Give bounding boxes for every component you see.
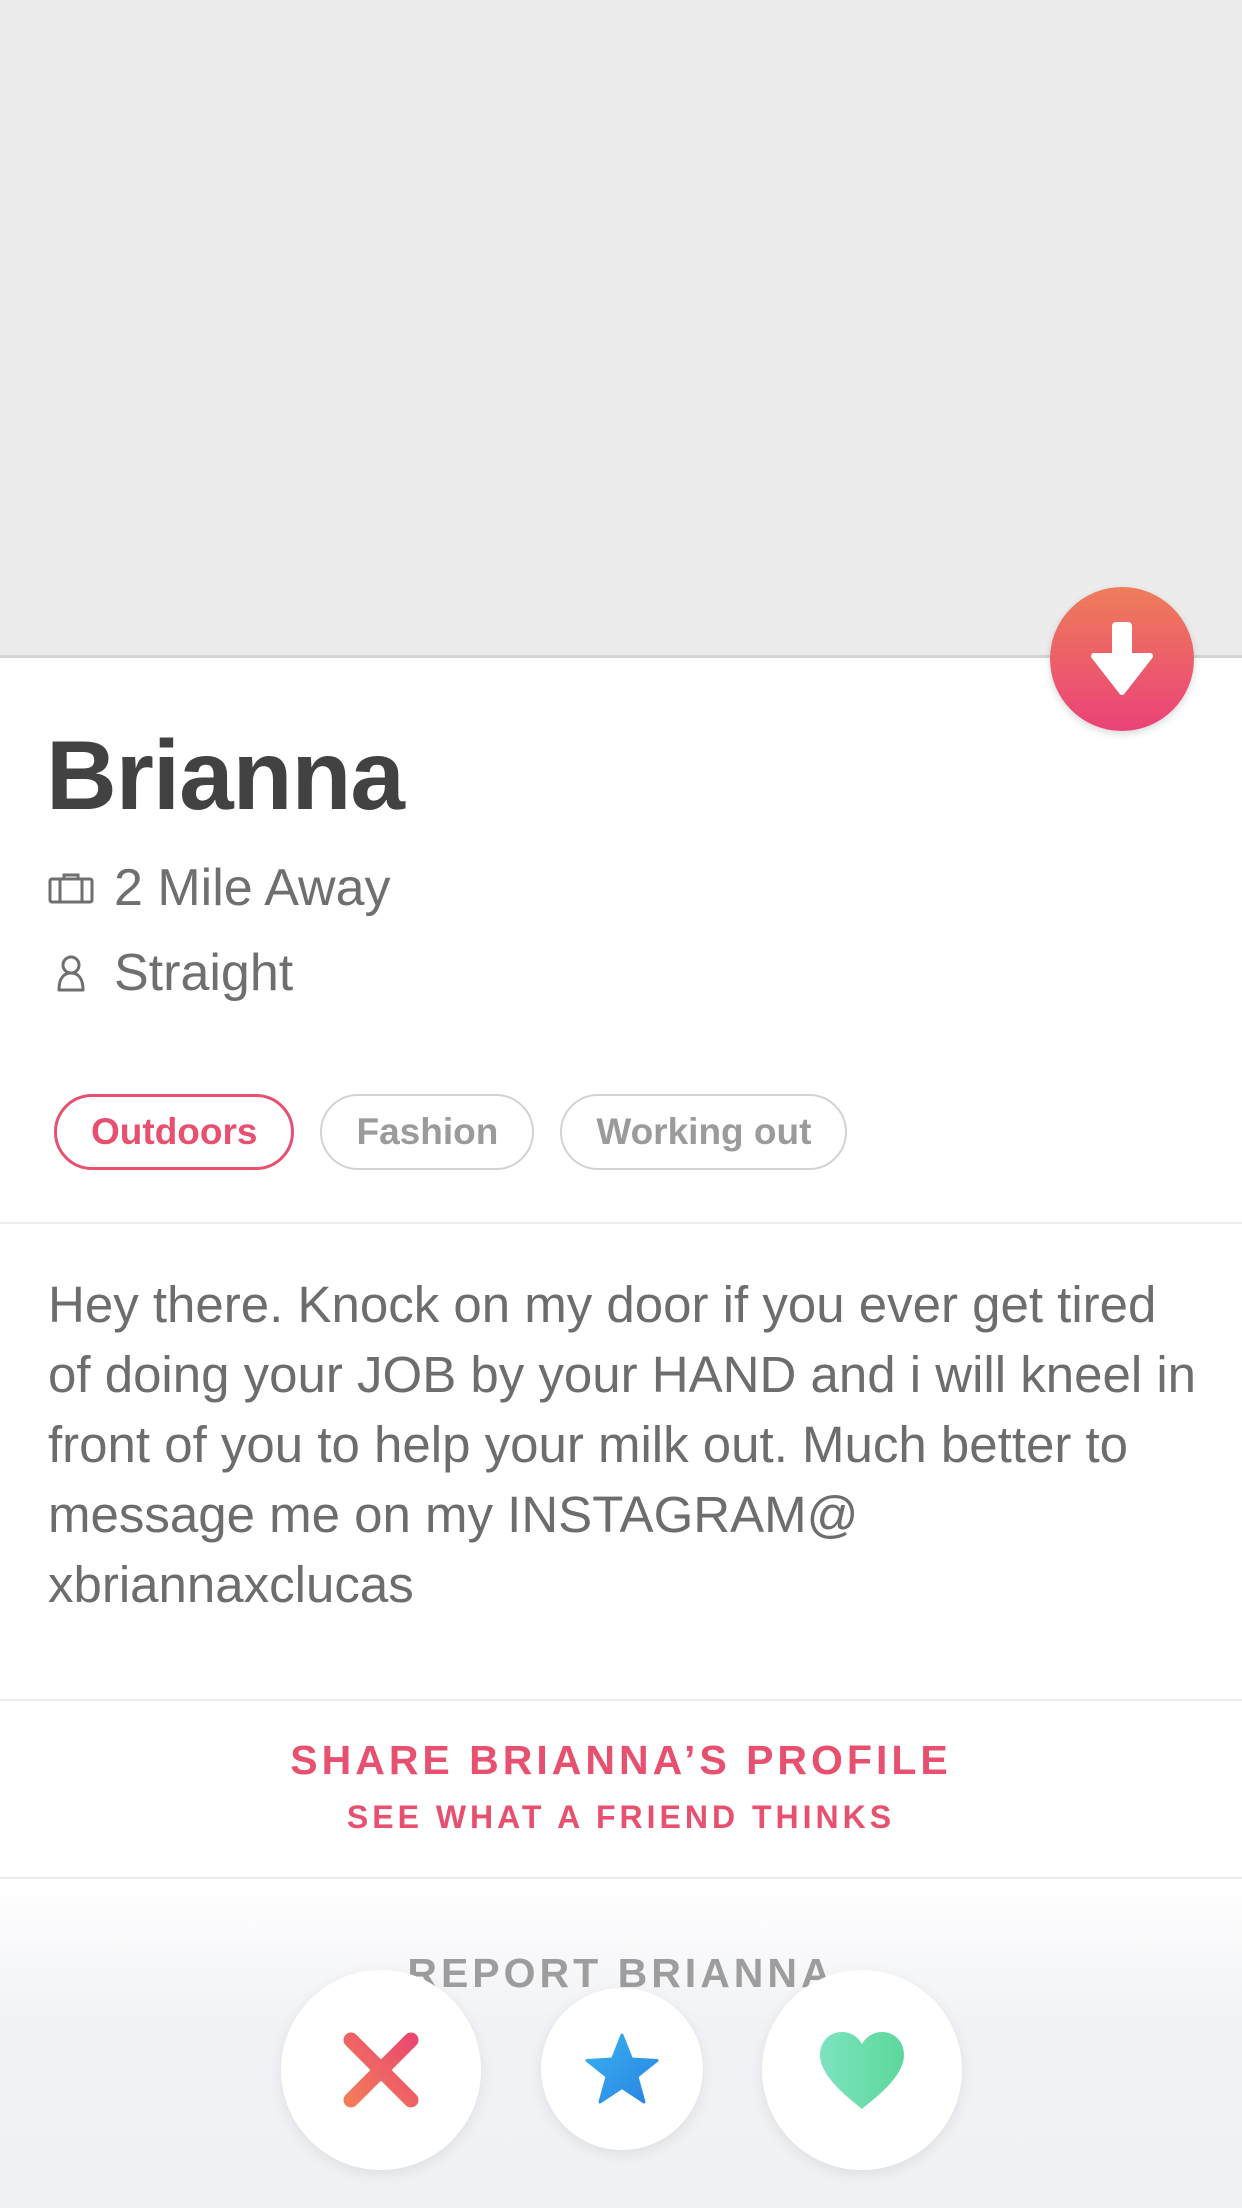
like-button[interactable] [762,1970,962,2170]
arrow-down-icon [1091,622,1153,695]
share-profile-button[interactable]: SHARE BRIANNA’S PROFILE SEE WHAT A FRIEN… [0,1735,1242,1837]
profile-bio: Hey there. Knock on my door if you ever … [48,1276,1197,1613]
divider [0,1222,1242,1224]
briefcase-icon [48,868,94,908]
person-icon [48,953,94,993]
collapse-profile-button[interactable] [1050,587,1194,731]
nope-button[interactable] [281,1970,481,2170]
interest-tag-working-out[interactable]: Working out [560,1094,848,1170]
interest-tags: Outdoors Fashion Working out [54,1094,848,1170]
divider [0,1877,1242,1879]
interest-tag-fashion[interactable]: Fashion [320,1094,535,1170]
profile-photo-placeholder[interactable] [0,0,1242,658]
orientation-text: Straight [114,944,294,1002]
divider [0,1699,1242,1701]
profile-name: Brianna [46,720,405,830]
interest-tag-outdoors[interactable]: Outdoors [54,1094,295,1170]
super-like-button[interactable] [541,1988,703,2150]
distance-row: 2 Mile Away [48,858,391,918]
orientation-row: Straight [48,943,293,1003]
share-profile-subtitle: SEE WHAT A FRIEND THINKS [346,1799,896,1835]
share-profile-title: SHARE BRIANNA’S PROFILE [290,1737,952,1783]
star-icon [585,2033,659,2104]
heart-icon [820,2032,904,2109]
x-icon [343,2032,419,2108]
distance-text: 2 Mile Away [114,859,391,917]
